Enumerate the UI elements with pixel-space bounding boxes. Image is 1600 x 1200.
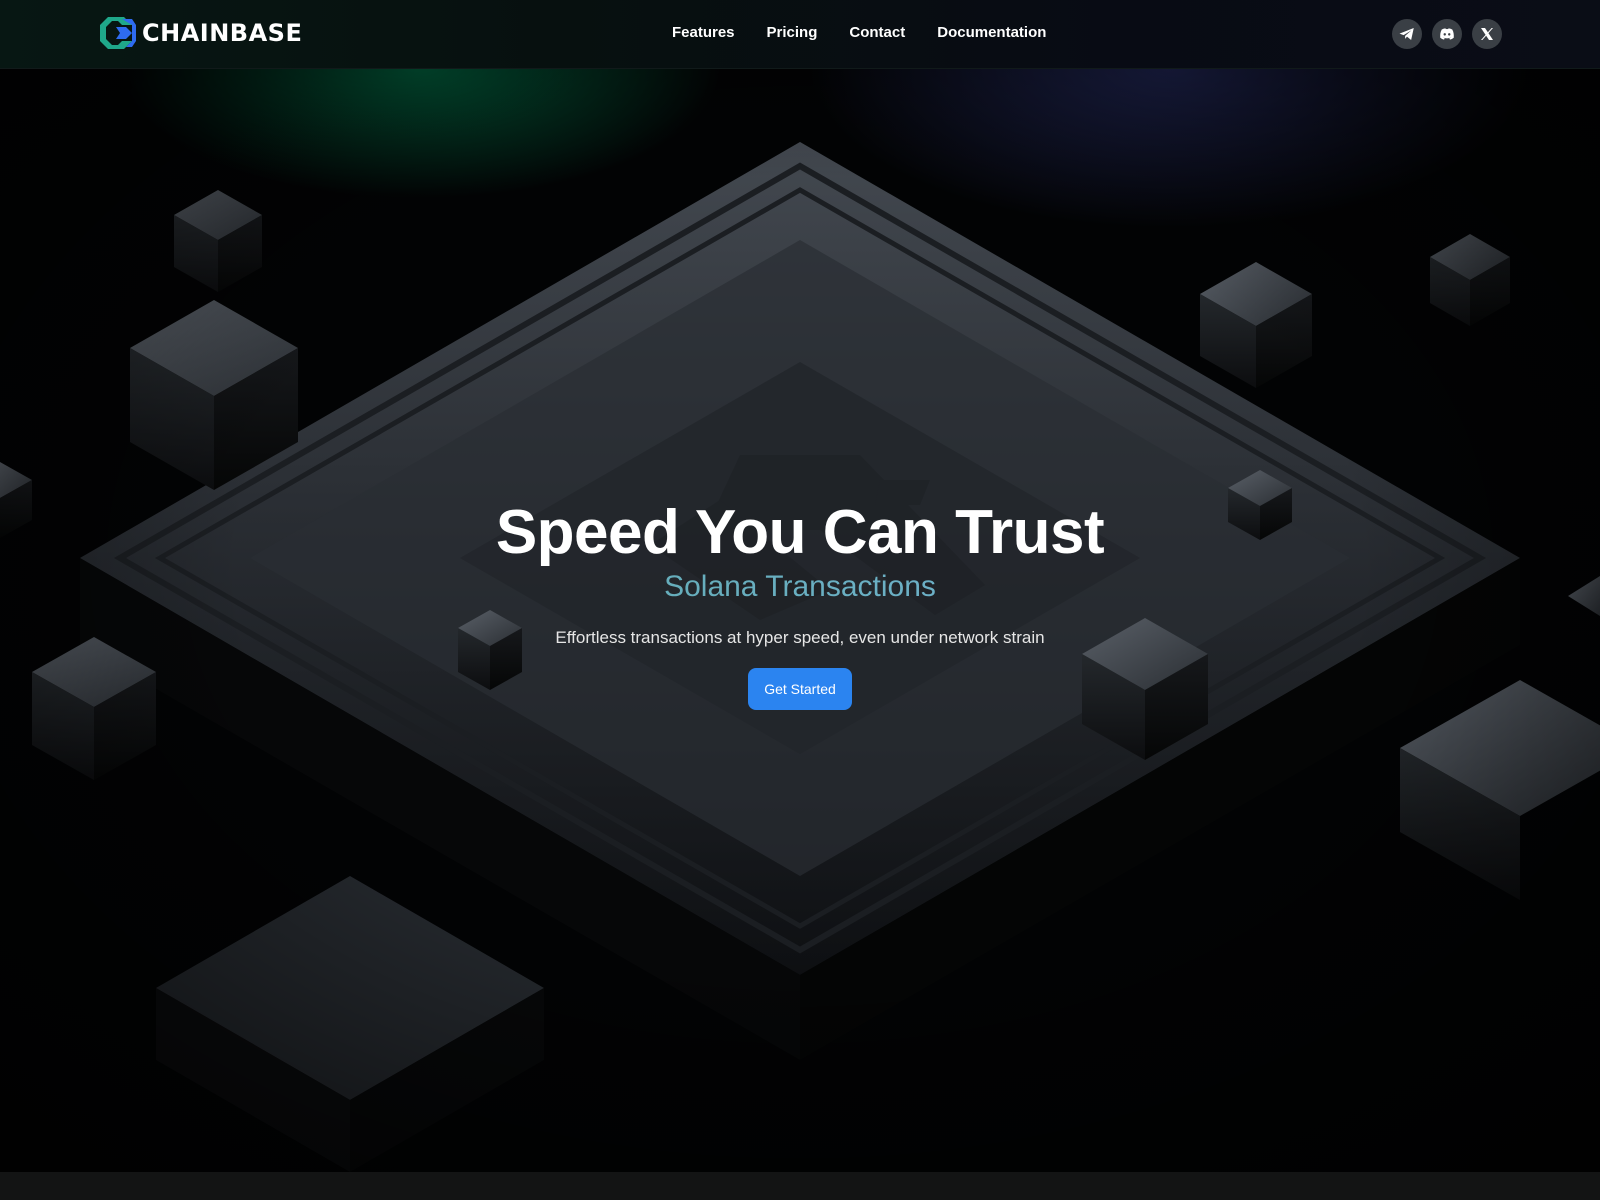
x-icon <box>1481 28 1493 40</box>
landing-page: CHAINBASE Features Pricing Contact Docum… <box>0 0 1600 1200</box>
hero-subtitle: Solana Transactions <box>0 568 1600 606</box>
nav-contact[interactable]: Contact <box>849 24 905 41</box>
next-section-edge <box>0 1172 1600 1200</box>
discord-icon <box>1440 28 1454 40</box>
hero-description: Effortless transactions at hyper speed, … <box>555 628 1045 647</box>
hero-title: Speed You Can Trust <box>495 498 1105 567</box>
x-link[interactable] <box>1472 19 1502 49</box>
nav-features[interactable]: Features <box>672 24 735 41</box>
nav-documentation[interactable]: Documentation <box>937 24 1046 41</box>
social-links <box>1392 19 1502 49</box>
hero-section: Speed You Can Trust Solana Transactions … <box>0 68 1600 1172</box>
hero-content: Speed You Can Trust Solana Transactions … <box>0 498 1600 710</box>
site-header: CHAINBASE Features Pricing Contact Docum… <box>0 0 1600 69</box>
get-started-button[interactable]: Get Started <box>748 668 852 710</box>
chainbase-logo-icon <box>100 17 136 49</box>
brand-name: CHAINBASE <box>142 19 303 47</box>
discord-link[interactable] <box>1432 19 1462 49</box>
brand-logo[interactable]: CHAINBASE <box>98 14 302 52</box>
main-nav: Features Pricing Contact Documentation <box>672 24 1046 41</box>
telegram-link[interactable] <box>1392 19 1422 49</box>
telegram-icon <box>1399 28 1414 40</box>
nav-pricing[interactable]: Pricing <box>767 24 818 41</box>
